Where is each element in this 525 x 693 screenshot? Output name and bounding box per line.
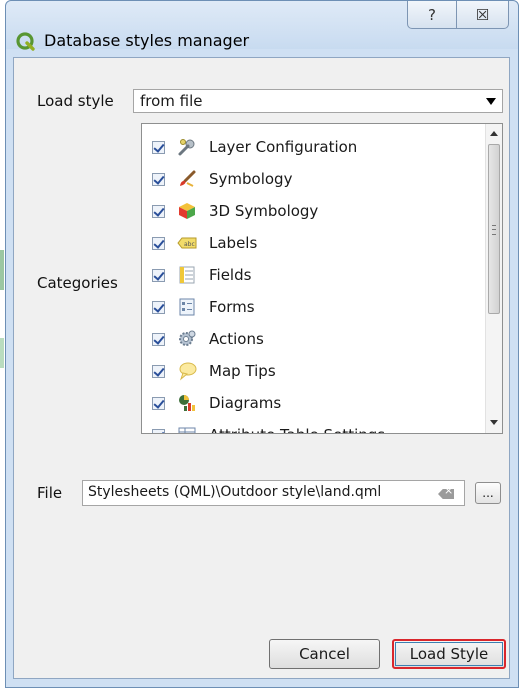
wrench-icon [178,139,195,156]
item-label: Layer Configuration [209,138,358,156]
browse-label: ... [482,486,494,500]
scroll-down-icon[interactable] [490,420,498,425]
list-item[interactable]: Attribute Table Settings [152,422,385,433]
scrollbar-thumb[interactable] [488,144,500,314]
checkbox[interactable] [152,236,165,250]
categories-label: Categories [37,274,118,292]
close-icon: ☒ [475,5,490,24]
browse-button[interactable]: ... [475,482,501,504]
gear-icon [179,330,196,346]
categories-list[interactable]: Layer Configuration Symbology 3D Symbolo… [141,123,503,434]
list-item[interactable]: Forms [152,294,255,320]
paintbrush-icon [180,170,196,187]
checkbox[interactable] [152,204,165,218]
load-style-focus-ring: Load Style [395,642,503,666]
list-item[interactable]: Symbology [152,166,292,192]
item-label: Forms [209,298,255,316]
load-style-label: Load style [37,92,114,110]
item-label: Actions [209,330,264,348]
item-label: Attribute Table Settings [209,426,385,433]
load-style-select[interactable]: from file [133,89,503,113]
list-item[interactable]: 3D Symbology [152,198,318,224]
cancel-label: Cancel [299,645,350,663]
clear-icon[interactable] [438,489,454,499]
file-path-value: Stylesheets (QML)\Outdoor style\land.qml [88,484,382,500]
item-label: Fields [209,266,252,284]
list-item[interactable]: Layer Configuration [152,134,357,160]
grip-icon [492,225,496,235]
file-label: File [37,484,63,502]
item-label: 3D Symbology [209,202,319,220]
item-label: Map Tips [209,362,276,380]
diagram-icon [179,395,195,411]
list-item[interactable]: abc Labels [152,230,257,256]
background-strip [0,250,4,290]
chevron-down-icon [486,98,496,105]
dialog-body: Load style from file Categories Layer Co… [13,57,510,679]
checkbox[interactable] [152,300,165,314]
checkbox[interactable] [152,268,165,282]
dialog-title: Database styles manager [44,31,250,50]
close-button[interactable]: ☒ [457,1,509,29]
item-label: Diagrams [209,394,282,412]
load-style-value: from file [140,92,203,110]
help-button[interactable]: ? [407,1,457,29]
scroll-up-icon[interactable] [490,131,498,136]
checkbox[interactable] [152,332,165,346]
checkbox[interactable] [152,172,165,186]
title-bar[interactable]: Database styles manager ? ☒ [6,1,518,51]
list-item[interactable]: Map Tips [152,358,276,384]
svg-text:abc: abc [184,241,195,248]
load-style-button[interactable]: Load Style [392,639,506,669]
cube-icon [179,203,195,219]
checkbox[interactable] [152,396,165,410]
background-strip [0,338,4,368]
qgis-logo-icon [16,32,35,51]
speech-bubble-icon [179,362,197,381]
list-item[interactable]: Fields [152,262,251,288]
item-label: Symbology [209,170,293,188]
load-style-label-text: Load Style [409,645,489,663]
checkbox[interactable] [152,428,165,433]
fields-icon [179,266,195,284]
file-path-field[interactable]: Stylesheets (QML)\Outdoor style\land.qml [82,480,465,506]
checkbox[interactable] [152,140,165,154]
list-item[interactable]: Actions [152,326,264,352]
table-icon [178,427,196,433]
label-icon: abc [177,237,197,249]
checkbox[interactable] [152,364,165,378]
item-label: Labels [209,234,258,252]
help-icon: ? [428,5,436,24]
form-icon [179,298,195,316]
dialog-window: Database styles manager ? ☒ Load style f… [5,0,519,688]
list-item[interactable]: Diagrams [152,390,281,416]
vertical-scrollbar[interactable] [485,124,502,433]
cancel-button[interactable]: Cancel [269,639,380,669]
